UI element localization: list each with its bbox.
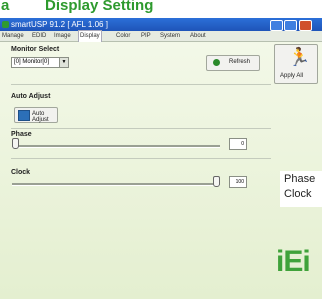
legend-phase: Phase [284,173,316,185]
phase-slider-thumb[interactable] [12,138,19,149]
legend-clock: Clock [284,188,312,200]
divider [11,158,271,159]
maximize-icon[interactable] [284,20,297,31]
apply-all-label: Apply All [280,73,304,79]
tab-manage[interactable]: Manage [2,31,24,41]
close-icon[interactable] [299,20,312,31]
minimize-icon[interactable] [270,20,283,31]
clock-value-field[interactable]: 100 [229,176,247,188]
apply-all-button[interactable]: 🏃 Apply All [274,44,318,84]
auto-adjust-button[interactable]: Auto Adjust [14,107,58,123]
refresh-button-label: Refresh [229,59,251,65]
auto-adjust-label: Auto Adjust [11,93,51,100]
auto-adjust-button-label: Auto Adjust [32,111,49,123]
monitor-icon [18,110,30,121]
tab-image[interactable]: Image [54,31,71,41]
tab-system[interactable]: System [160,31,180,41]
legend-callout: Phase Clock [280,171,322,207]
tab-pip[interactable]: PIP [141,31,151,41]
company-logo: iEi [276,245,311,278]
divider [11,128,271,129]
refresh-button[interactable]: Refresh [206,55,260,71]
divider [11,84,271,85]
clock-label: Clock [11,169,31,176]
monitor-dropdown[interactable]: [0] Monitor[0] ▼ [11,57,69,68]
section-heading: a Display Setting [0,0,322,18]
tab-about[interactable]: About [190,31,206,41]
window-title: smartUSP 91.2 [ AFL 1.06 ] [11,20,108,29]
tab-bar: Manage EDID Image Display Color PIP Syst… [0,30,322,42]
phase-label: Phase [11,131,32,138]
refresh-icon [213,59,220,66]
phase-value-field[interactable]: 0 [229,138,247,150]
runner-icon: 🏃 [288,47,311,67]
clock-slider-thumb[interactable] [213,176,220,187]
tab-color[interactable]: Color [116,31,130,41]
app-icon [2,21,9,28]
title-bar: smartUSP 91.2 [ AFL 1.06 ] [0,18,322,31]
phase-slider-track[interactable] [12,145,220,148]
heading-text: Display Setting [45,0,154,14]
tab-edid[interactable]: EDID [32,31,46,41]
tab-display[interactable]: Display [78,30,102,42]
heading-prefix: a [1,0,10,14]
chevron-down-icon[interactable]: ▼ [59,58,68,67]
monitor-dropdown-value: [0] Monitor[0] [14,59,50,65]
clock-slider-track[interactable] [12,183,220,186]
monitor-select-label: Monitor Select [11,46,60,53]
